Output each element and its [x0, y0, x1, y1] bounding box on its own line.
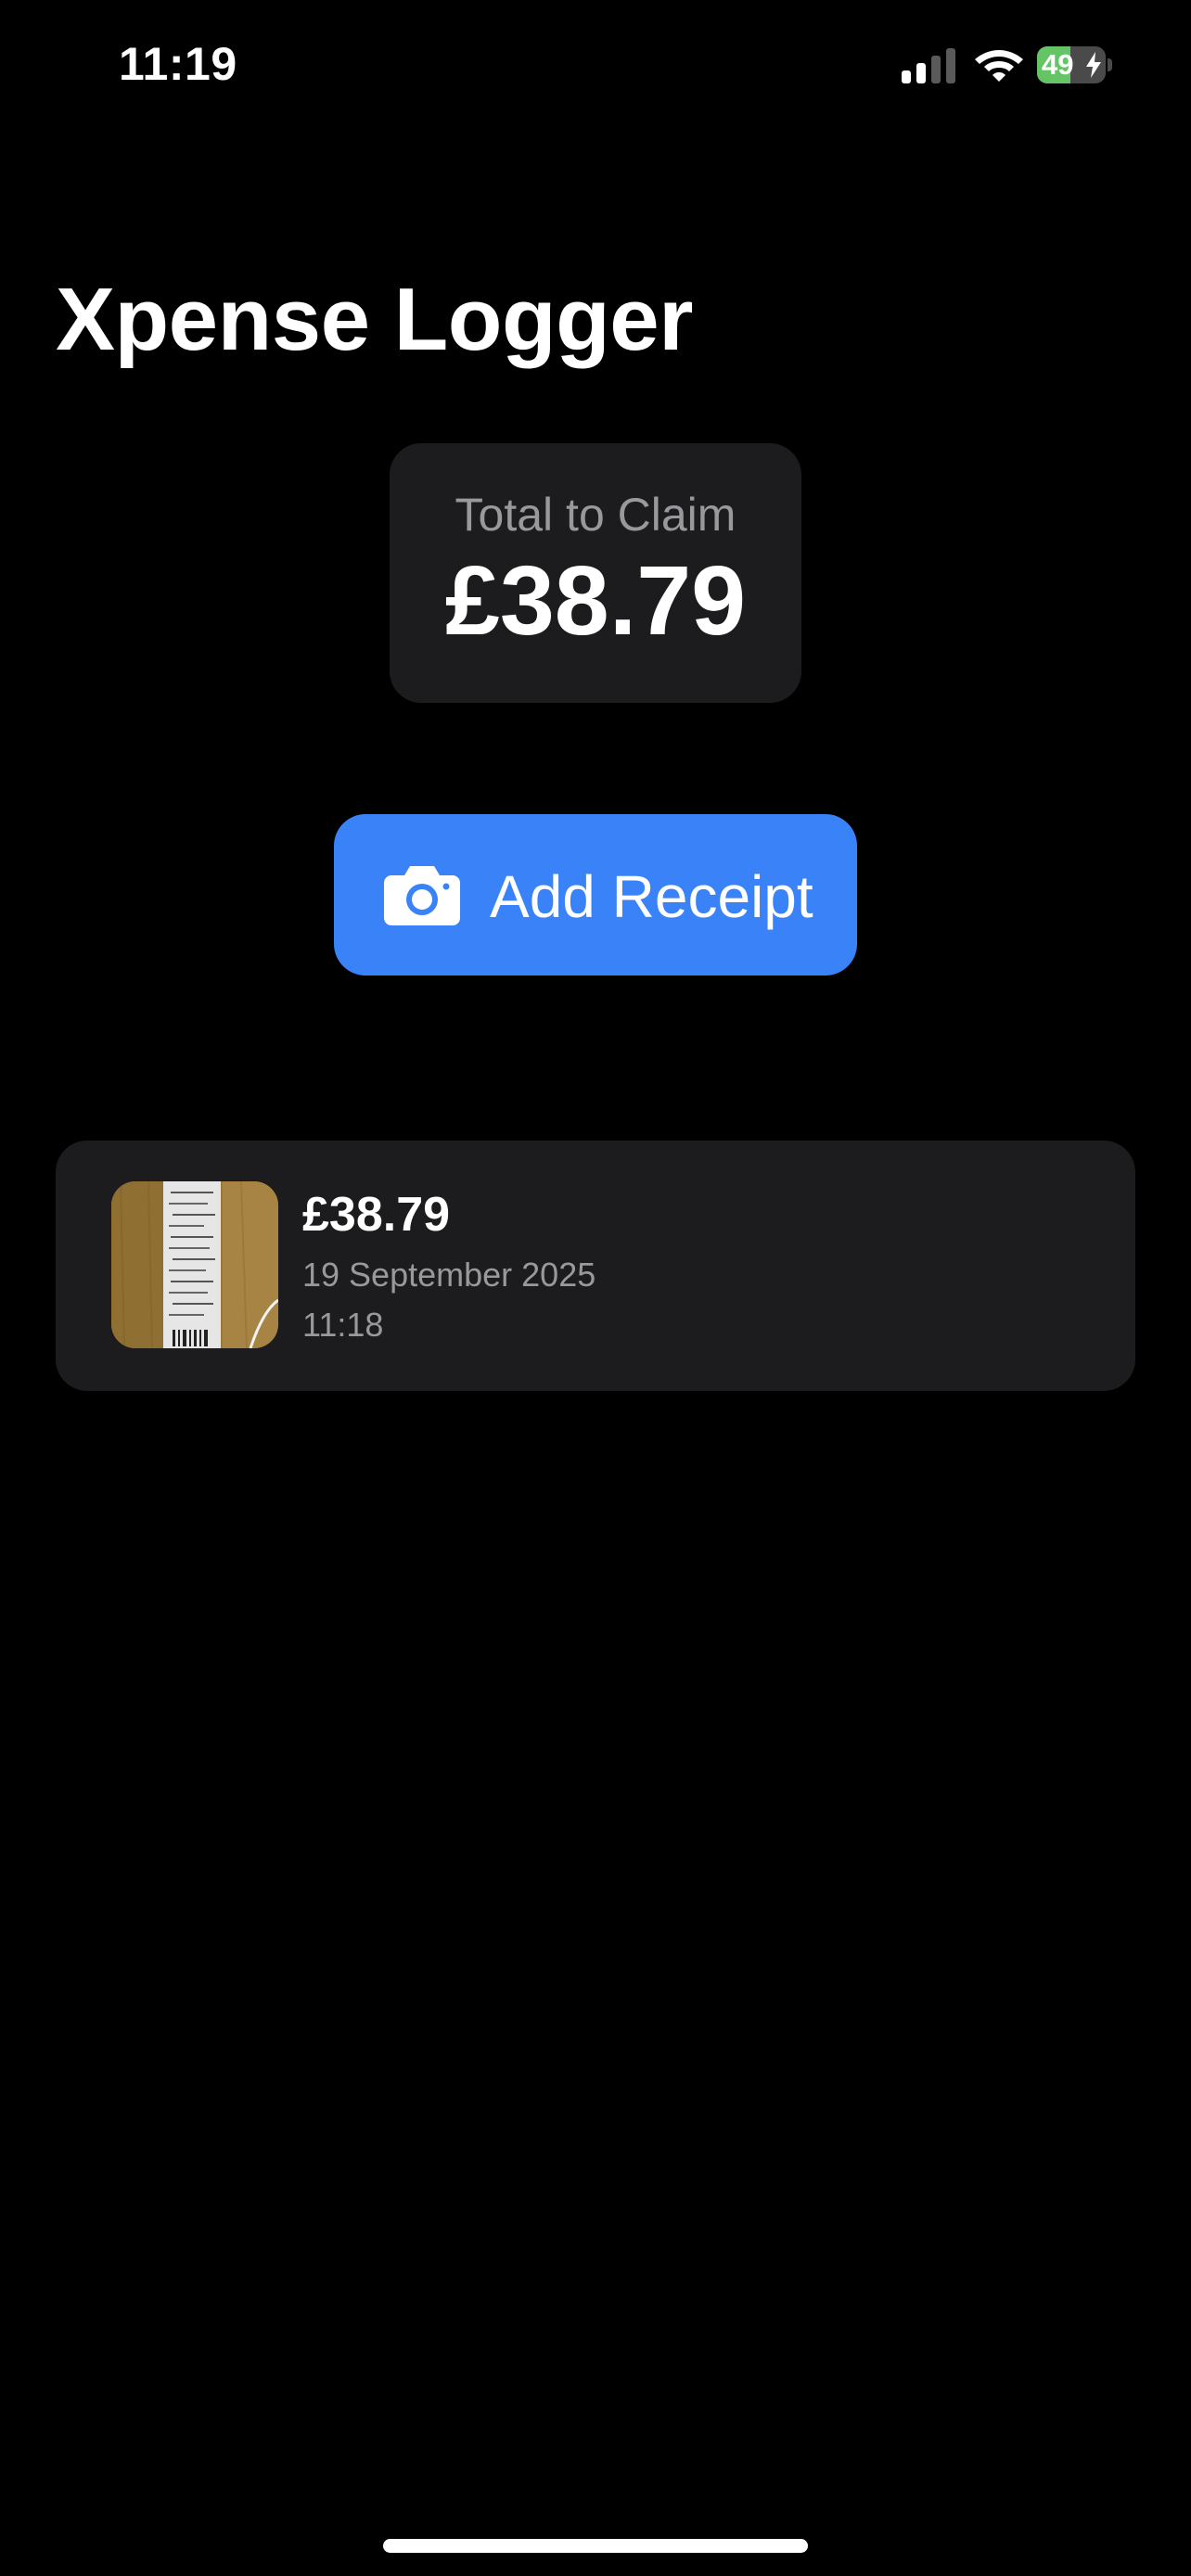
- receipt-amount: £38.79: [302, 1188, 451, 1242]
- add-receipt-button[interactable]: Add Receipt: [334, 814, 857, 976]
- cellular-signal-icon: [902, 48, 955, 83]
- total-amount: £38.79: [444, 546, 747, 656]
- wifi-icon: [975, 50, 1023, 82]
- home-indicator[interactable]: [383, 2539, 808, 2553]
- status-time: 11:19: [119, 38, 237, 90]
- receipt-thumbnail: [111, 1181, 278, 1348]
- receipt-date: 19 September 2025: [302, 1256, 596, 1294]
- receipt-time: 11:18: [302, 1306, 384, 1344]
- camera-icon: [384, 866, 460, 925]
- page-title: Xpense Logger: [56, 270, 693, 369]
- battery-body: 49: [1037, 46, 1106, 83]
- battery-tip: [1108, 58, 1112, 71]
- add-receipt-label: Add Receipt: [490, 863, 813, 930]
- status-bar: 11:19 49: [0, 0, 1191, 130]
- total-card: Total to Claim £38.79: [390, 443, 801, 703]
- total-label: Total to Claim: [455, 489, 736, 541]
- receipt-list-item[interactable]: £38.79 19 September 2025 11:18: [56, 1141, 1135, 1391]
- charging-bolt-icon: [1086, 52, 1101, 78]
- battery-indicator: 49: [1037, 46, 1112, 83]
